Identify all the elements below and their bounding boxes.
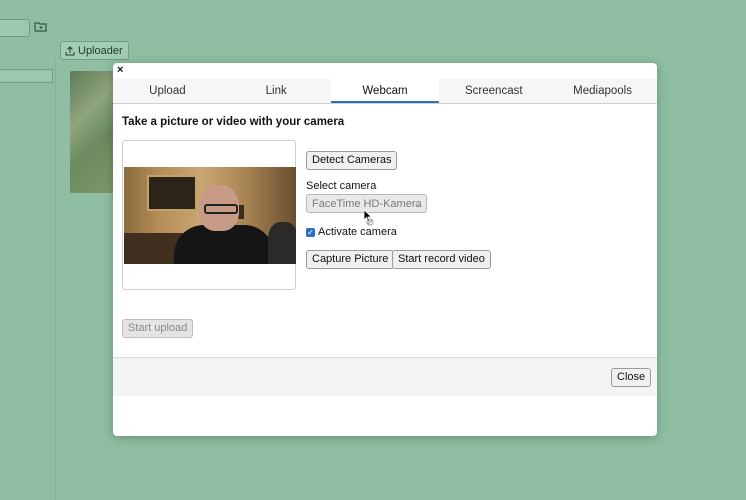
activate-camera-label: Activate camera xyxy=(318,226,397,238)
background-thumbnail[interactable] xyxy=(70,71,115,193)
background-divider xyxy=(55,60,56,500)
tab-webcam[interactable]: Webcam xyxy=(330,79,440,103)
detect-cameras-button[interactable]: Detect Cameras xyxy=(306,151,398,170)
camera-preview xyxy=(122,140,296,290)
folder-icon[interactable] xyxy=(34,21,47,32)
dialog-close-icon[interactable]: × xyxy=(117,65,123,76)
background-input[interactable] xyxy=(0,19,30,37)
activate-camera-checkbox[interactable]: ✓ xyxy=(306,228,315,237)
dialog-heading: Take a picture or video with your camera xyxy=(122,116,345,128)
upload-dialog: × Upload Link Webcam Screencast Mediapoo… xyxy=(113,63,657,436)
upload-icon xyxy=(65,45,75,55)
uploader-button[interactable]: Uploader xyxy=(60,41,129,60)
close-button[interactable]: Close xyxy=(611,368,652,387)
start-upload-button[interactable]: Start upload xyxy=(122,319,194,338)
start-record-video-button[interactable]: Start record video xyxy=(392,250,491,269)
mouse-cursor-icon xyxy=(363,209,374,226)
capture-picture-button[interactable]: Capture Picture xyxy=(306,250,395,269)
background-bar xyxy=(0,69,53,83)
tab-mediapools[interactable]: Mediapools xyxy=(548,79,657,103)
tab-bar: Upload Link Webcam Screencast Mediapools xyxy=(113,79,657,104)
dialog-footer: Close xyxy=(113,357,657,396)
uploader-label: Uploader xyxy=(78,44,123,57)
select-camera-label: Select camera xyxy=(306,180,377,192)
webcam-video xyxy=(124,167,296,264)
tab-screencast[interactable]: Screencast xyxy=(439,79,548,103)
tab-link[interactable]: Link xyxy=(222,79,331,103)
chevron-down-icon: ⌄ xyxy=(413,199,421,209)
tab-upload[interactable]: Upload xyxy=(113,79,222,103)
